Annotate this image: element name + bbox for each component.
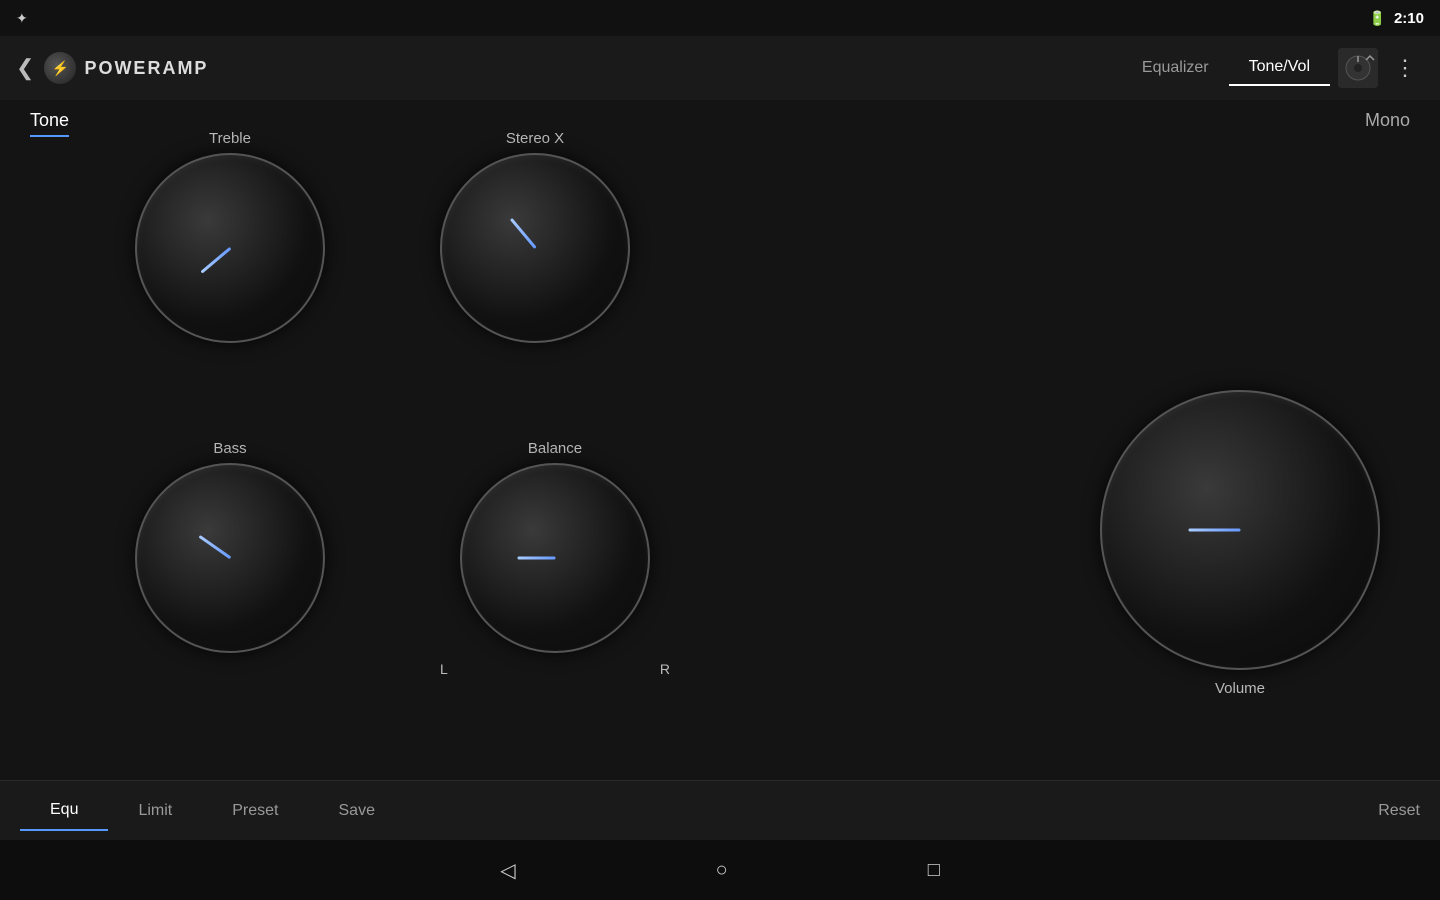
bass-knob-wrap: Bass bbox=[135, 440, 325, 653]
balance-knob-wrap: Balance L R bbox=[440, 440, 670, 677]
top-bar: ❮ ⚡ POWERAMP Equalizer Tone/Vol ⋮ bbox=[0, 36, 1440, 100]
mono-button[interactable]: Mono bbox=[1365, 110, 1410, 131]
volume-knob[interactable] bbox=[1100, 390, 1380, 670]
tab-tonevol[interactable]: Tone/Vol bbox=[1229, 50, 1330, 86]
battery-icon: 🔋 bbox=[1369, 10, 1386, 27]
reset-button[interactable]: Reset bbox=[1378, 802, 1420, 820]
status-bar: ✦ 🔋 2:10 bbox=[0, 0, 1440, 36]
volume-label: Volume bbox=[1215, 680, 1265, 697]
nav-preset[interactable]: Preset bbox=[202, 792, 308, 830]
nav-save[interactable]: Save bbox=[309, 792, 405, 830]
nav-limit[interactable]: Limit bbox=[108, 792, 202, 830]
nav-equ[interactable]: Equ bbox=[20, 791, 108, 831]
treble-knob[interactable] bbox=[135, 153, 325, 343]
time-display: 2:10 bbox=[1394, 10, 1424, 27]
bass-label: Bass bbox=[213, 440, 246, 457]
tab-equalizer[interactable]: Equalizer bbox=[1122, 51, 1229, 85]
back-button[interactable]: ❮ bbox=[16, 55, 34, 81]
album-art-icon[interactable] bbox=[1338, 48, 1378, 88]
logo-icon: ⚡ bbox=[44, 52, 76, 84]
android-home-button[interactable]: ○ bbox=[716, 859, 728, 882]
balance-left-label: L bbox=[440, 661, 448, 677]
android-recents-button[interactable]: □ bbox=[928, 859, 940, 882]
tone-tab-label[interactable]: Tone bbox=[30, 110, 69, 137]
app-logo: ⚡ POWERAMP bbox=[44, 52, 208, 84]
balance-knob[interactable] bbox=[460, 463, 650, 653]
app-name: POWERAMP bbox=[84, 58, 208, 79]
treble-knob-wrap: Treble bbox=[135, 130, 325, 343]
volume-knob-wrap: Volume bbox=[1100, 390, 1380, 703]
bottom-nav: Equ Limit Preset Save Reset bbox=[0, 780, 1440, 840]
android-back-button[interactable]: ◁ bbox=[500, 858, 515, 883]
balance-label: Balance bbox=[528, 440, 582, 457]
bass-knob[interactable] bbox=[135, 463, 325, 653]
notification-icon: ✦ bbox=[16, 10, 28, 27]
stereo-x-knob-wrap: Stereo X bbox=[440, 130, 630, 343]
android-nav-bar: ◁ ○ □ bbox=[0, 840, 1440, 900]
stereo-x-label: Stereo X bbox=[506, 130, 564, 147]
treble-label: Treble bbox=[209, 130, 251, 147]
main-content: Tone Mono Treble Stereo X Bass Balance L… bbox=[0, 100, 1440, 840]
stereo-x-knob[interactable] bbox=[440, 153, 630, 343]
balance-right-label: R bbox=[660, 661, 670, 677]
menu-button[interactable]: ⋮ bbox=[1386, 55, 1424, 81]
